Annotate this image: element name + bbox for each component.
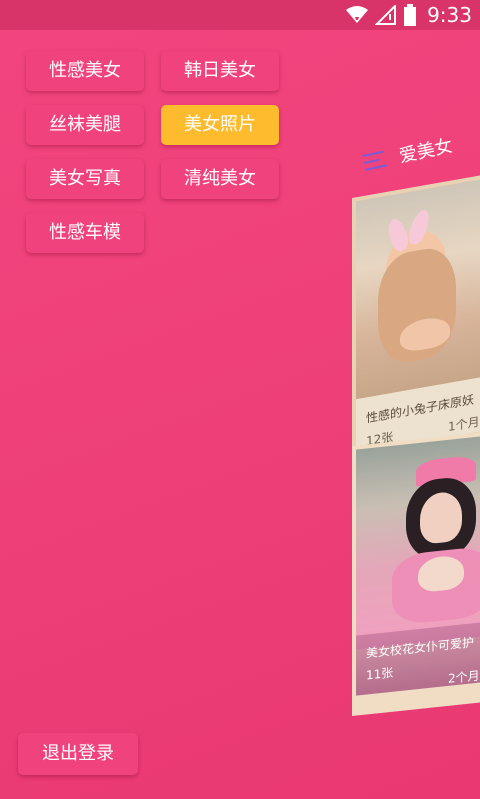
category-car-models[interactable]: 性感车模 bbox=[26, 213, 144, 253]
logout-button[interactable]: 退出登录 bbox=[18, 733, 138, 775]
album-title: 美女校花女仆可爱护 bbox=[366, 635, 475, 661]
wifi-icon bbox=[346, 6, 369, 23]
album-photo bbox=[356, 435, 480, 650]
category-beauty-portraits[interactable]: 美女写真 bbox=[26, 159, 144, 199]
album-photo bbox=[356, 177, 480, 400]
preview-toolbar: 爱美女 bbox=[361, 132, 455, 176]
status-time: 9:33 bbox=[427, 3, 472, 27]
battery-icon bbox=[404, 4, 417, 26]
category-stockings-legs[interactable]: 丝袜美腿 bbox=[26, 105, 144, 145]
signal-icon bbox=[375, 5, 397, 25]
status-bar: 9:33 bbox=[0, 0, 480, 30]
category-pure-beauty[interactable]: 清纯美女 bbox=[161, 159, 279, 199]
category-korean-japanese[interactable]: 韩日美女 bbox=[161, 51, 279, 91]
category-sexy-beauty[interactable]: 性感美女 bbox=[26, 51, 144, 91]
album-count: 11张 bbox=[366, 665, 394, 683]
status-icons: 9:33 bbox=[345, 3, 472, 27]
album-time: 2个月 bbox=[448, 668, 480, 686]
main-content-preview[interactable]: 爱美女 性感的小兔子床原妖 12张 1个月 美女校花女仆可爱护 11张 2个月 bbox=[346, 130, 480, 730]
album-time: 1个月 bbox=[448, 414, 480, 435]
menu-icon[interactable] bbox=[362, 150, 388, 171]
preview-title: 爱美女 bbox=[397, 135, 455, 168]
album-card[interactable]: 美女校花女仆可爱护 11张 2个月 bbox=[352, 431, 480, 716]
category-beauty-photos[interactable]: 美女照片 bbox=[161, 105, 279, 145]
